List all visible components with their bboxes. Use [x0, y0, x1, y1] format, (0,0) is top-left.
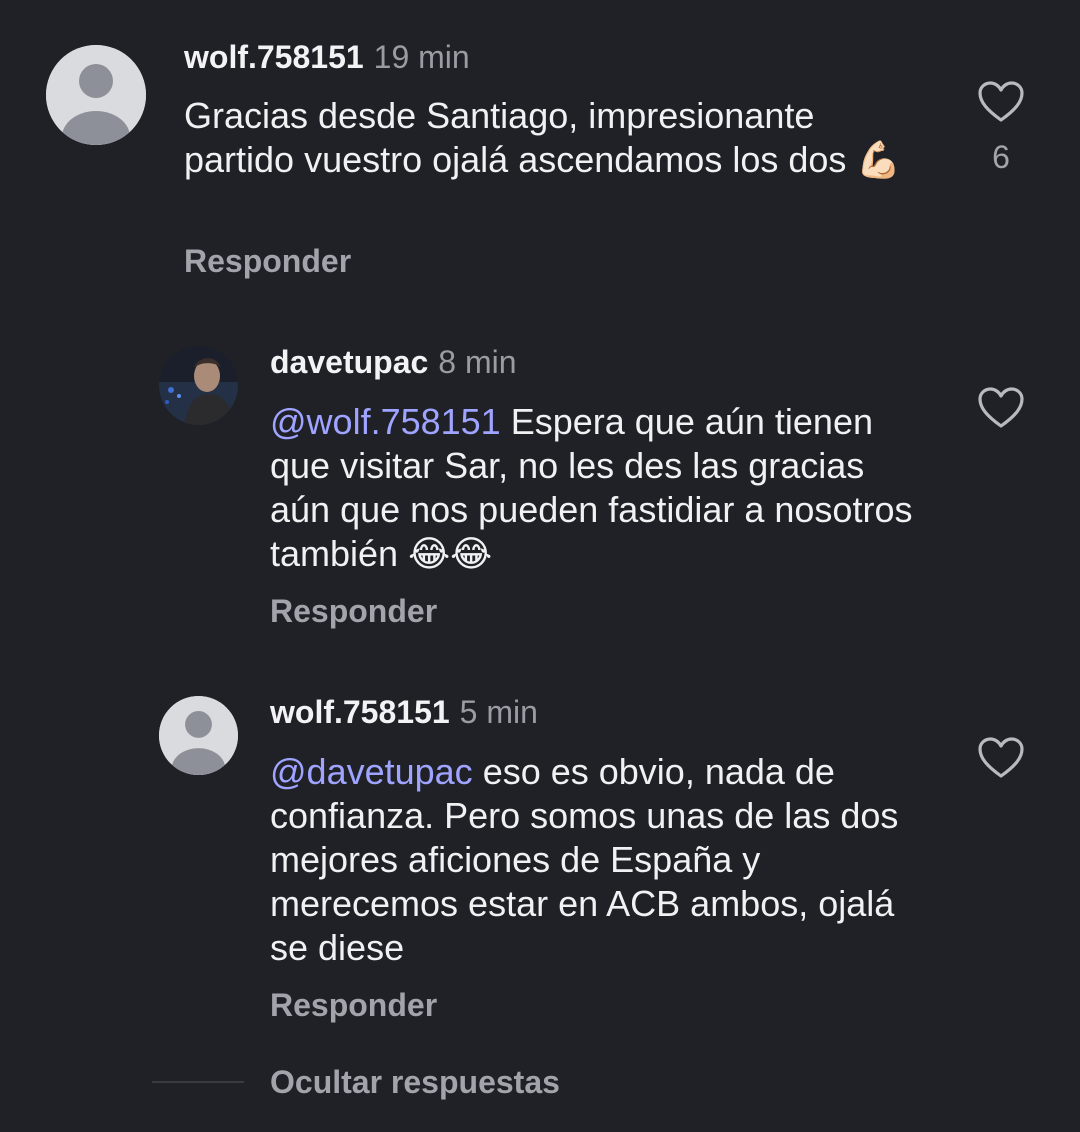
heart-outline-icon[interactable]: [977, 736, 1025, 780]
mention-link[interactable]: @davetupac: [270, 751, 473, 792]
timestamp: 8 min: [438, 344, 517, 380]
default-avatar-icon[interactable]: [159, 696, 238, 775]
username[interactable]: davetupac: [270, 344, 428, 380]
replies-divider: [152, 1081, 244, 1083]
reply-button[interactable]: Responder: [270, 985, 437, 1025]
hide-replies-button[interactable]: Ocultar respuestas: [270, 1062, 560, 1102]
mention-link[interactable]: @wolf.758151: [270, 401, 501, 442]
laughing-tears-emoji: 😂😂: [408, 534, 493, 575]
timestamp: 19 min: [373, 39, 470, 75]
comment-meta: wolf.758151 5 min: [270, 692, 538, 732]
username[interactable]: wolf.758151: [270, 694, 450, 730]
reply-button[interactable]: Responder: [184, 241, 351, 281]
reply-button[interactable]: Responder: [270, 591, 437, 631]
heart-outline-icon[interactable]: [977, 386, 1025, 430]
comment-text: @davetupac eso es obvio, nada de confian…: [270, 750, 910, 970]
comment-text: @wolf.758151 Espera que aún tienen que v…: [270, 400, 930, 577]
like-count: 6: [992, 139, 1010, 175]
username[interactable]: wolf.758151: [184, 39, 364, 75]
default-avatar-icon[interactable]: [46, 45, 146, 145]
heart-outline-icon[interactable]: [977, 80, 1025, 124]
comment-meta: wolf.758151 19 min: [184, 37, 470, 77]
flexed-biceps-emoji: 💪🏻: [856, 140, 902, 181]
timestamp: 5 min: [459, 694, 538, 730]
profile-photo-avatar[interactable]: [159, 346, 238, 425]
comment-meta: davetupac 8 min: [270, 342, 517, 382]
comment-text: Gracias desde Santiago, impresionante pa…: [184, 94, 904, 183]
comment-body: Gracias desde Santiago, impresionante pa…: [184, 95, 847, 180]
